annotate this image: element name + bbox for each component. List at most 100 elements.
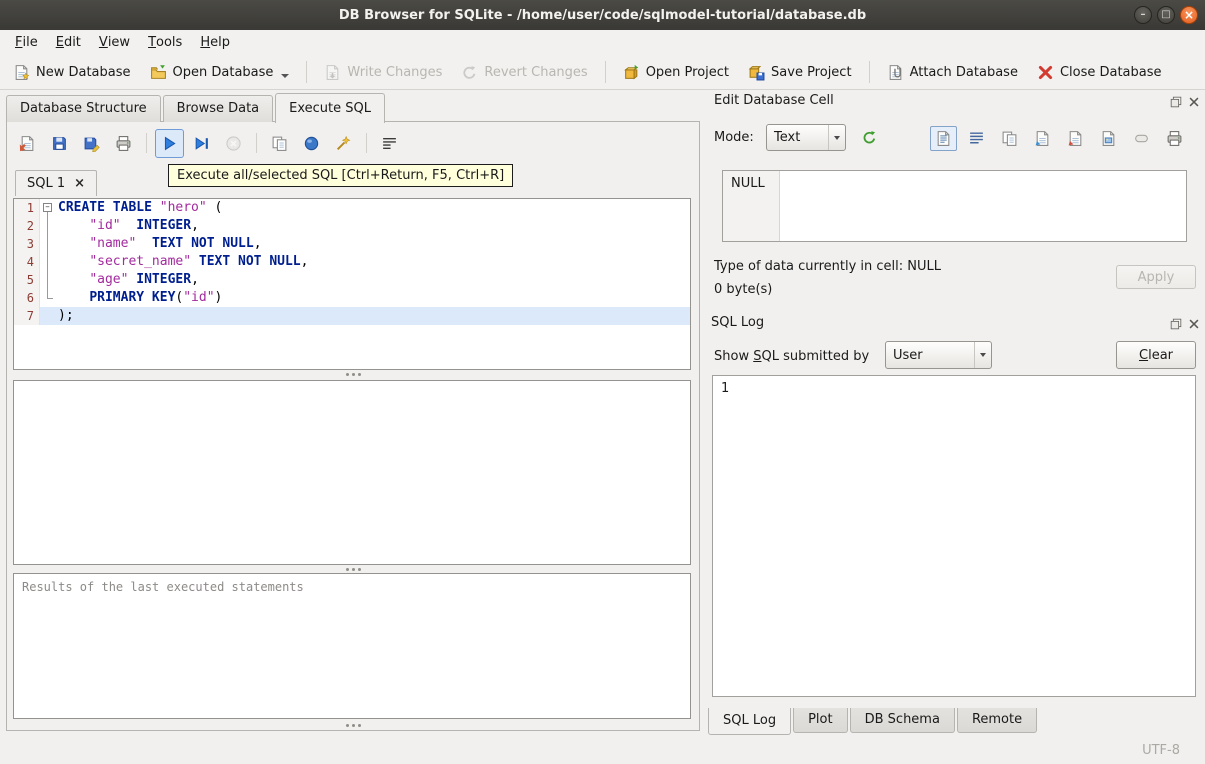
splitter-handle[interactable] <box>7 371 699 378</box>
copy-cell-button[interactable] <box>996 126 1023 151</box>
execute-all-button[interactable] <box>155 128 184 158</box>
printer-icon <box>115 135 132 152</box>
execute-sql-pane: Execute all/selected SQL [Ctrl+Return, F… <box>6 121 700 731</box>
close-panel-icon[interactable] <box>1186 94 1201 109</box>
import-data-button[interactable] <box>1029 126 1056 151</box>
tab-execute-sql[interactable]: Execute SQL <box>275 93 386 123</box>
float-panel-icon[interactable] <box>1168 94 1183 109</box>
cell-editor[interactable]: NULL <box>722 170 1187 242</box>
mode-select[interactable]: Text <box>766 124 846 151</box>
log-line-number: 1 <box>721 381 730 396</box>
sql-tab[interactable]: SQL 1 × <box>15 170 98 196</box>
write-changes-button-label: Write Changes <box>347 64 443 80</box>
fold-margin <box>40 307 55 325</box>
maximize-button[interactable]: □ <box>1157 6 1175 24</box>
toolbar-separator <box>604 61 606 83</box>
printer-icon <box>1166 130 1183 147</box>
print-cell-button[interactable] <box>1161 126 1188 151</box>
fold-collapse-icon[interactable]: – <box>43 203 52 212</box>
line-number: 3 <box>14 235 40 253</box>
close-panel-icon[interactable] <box>1186 316 1201 331</box>
code-line[interactable]: "secret_name" TEXT NOT NULL, <box>55 253 690 271</box>
menu-file[interactable]: File <box>6 30 47 55</box>
execute-line-button[interactable] <box>187 129 216 158</box>
close-tab-icon[interactable]: × <box>74 176 85 191</box>
import-in-cell-button[interactable] <box>854 124 884 151</box>
set-null-button[interactable] <box>1128 126 1155 151</box>
code-line[interactable]: CREATE TABLE "hero" ( <box>55 199 690 217</box>
new-database-button[interactable]: New Database <box>5 59 139 86</box>
titlebar[interactable]: DB Browser for SQLite - /home/user/code/… <box>0 0 1205 30</box>
save-project-button[interactable]: Save Project <box>740 59 860 86</box>
attach-database-button[interactable]: Attach Database <box>879 59 1026 86</box>
text-view-toggle[interactable] <box>930 126 957 151</box>
save-sql-file-button[interactable] <box>45 129 74 158</box>
open-sql-file-button[interactable] <box>13 129 42 158</box>
tab-database-structure[interactable]: Database Structure <box>6 95 161 122</box>
tab-sql-log[interactable]: SQL Log <box>708 708 792 735</box>
close-database-button[interactable]: Close Database <box>1029 59 1170 86</box>
fold-margin[interactable]: – <box>40 199 55 217</box>
tab-plot[interactable]: Plot <box>793 708 848 733</box>
sql-log-area[interactable]: 1 <box>712 375 1196 697</box>
play-icon <box>161 135 178 152</box>
export-results-button[interactable] <box>265 129 294 158</box>
sql-code-editor[interactable]: 1– CREATE TABLE "hero" (2 "id" INTEGER, 3 … <box>13 198 691 370</box>
project-save-icon <box>748 64 765 81</box>
code-line[interactable]: "name" TEXT NOT NULL, <box>55 235 690 253</box>
splitter-handle[interactable] <box>7 566 699 573</box>
app-window: DB Browser for SQLite - /home/user/code/… <box>0 0 1205 764</box>
cell-size-text: 0 byte(s) <box>714 282 773 297</box>
revert-changes-button: Revert Changes <box>453 59 595 86</box>
print-sql-button[interactable] <box>109 129 138 158</box>
fold-margin <box>40 217 55 235</box>
apply-button: Apply <box>1116 265 1196 289</box>
open-project-button[interactable]: Open Project <box>615 59 737 86</box>
dropdown-caret-icon[interactable] <box>281 74 290 78</box>
toolbar-separator <box>146 133 147 153</box>
minimize-button[interactable]: – <box>1134 6 1152 24</box>
clear-log-button[interactable]: Clear <box>1116 341 1196 369</box>
splitter-handle[interactable] <box>7 722 699 729</box>
code-line[interactable]: PRIMARY KEY("id") <box>55 289 690 307</box>
editor-line-6: 6 PRIMARY KEY("id") <box>14 289 690 307</box>
tab-browse-data[interactable]: Browse Data <box>162 95 274 122</box>
results-grid[interactable] <box>13 380 691 565</box>
word-wrap-button[interactable] <box>375 129 404 158</box>
chevron-down-icon <box>974 342 991 368</box>
results-log[interactable]: Results of the last executed statements <box>13 573 691 719</box>
open-database-button[interactable]: Open Database <box>142 59 298 86</box>
doc-out-icon <box>1067 130 1084 147</box>
toolbar-separator <box>306 61 308 83</box>
save-sql-file-as-button[interactable] <box>77 129 106 158</box>
find-replace-button[interactable] <box>297 129 326 158</box>
sql-log-filter-select[interactable]: User <box>885 341 992 369</box>
menu-tools[interactable]: Tools <box>139 30 191 55</box>
menu-view[interactable]: View <box>90 30 139 55</box>
code-line[interactable]: ); <box>55 307 690 325</box>
save-sql-as-icon <box>83 135 100 152</box>
export-data-button[interactable] <box>1062 126 1089 151</box>
image-view-button[interactable] <box>1095 126 1122 151</box>
code-line[interactable]: "age" INTEGER, <box>55 271 690 289</box>
menubar: File Edit View Tools Help <box>0 30 1205 55</box>
menu-help[interactable]: Help <box>191 30 239 55</box>
tab-db-schema[interactable]: DB Schema <box>849 708 955 733</box>
code-line[interactable]: "id" INTEGER, <box>55 217 690 235</box>
cell-editor-content[interactable] <box>780 171 1186 241</box>
align-toggle[interactable] <box>963 126 990 151</box>
fold-margin <box>40 235 55 253</box>
format-sql-button[interactable] <box>329 129 358 158</box>
editor-line-3: 3 "name" TEXT NOT NULL, <box>14 235 690 253</box>
tab-remote[interactable]: Remote <box>956 708 1038 733</box>
results-log-placeholder: Results of the last executed statements <box>22 580 304 594</box>
close-button[interactable]: × <box>1180 6 1198 24</box>
menu-edit[interactable]: Edit <box>47 30 90 55</box>
toolbar-separator <box>868 61 870 83</box>
revert-changes-button-label: Revert Changes <box>484 64 588 80</box>
float-panel-icon[interactable] <box>1168 316 1183 331</box>
status-encoding: UTF-8 <box>1142 743 1180 758</box>
sql-editor-toolbar <box>13 127 404 159</box>
line-number: 1 <box>14 199 40 217</box>
sql-log-filter-label: Show SQL submitted by <box>714 349 870 364</box>
